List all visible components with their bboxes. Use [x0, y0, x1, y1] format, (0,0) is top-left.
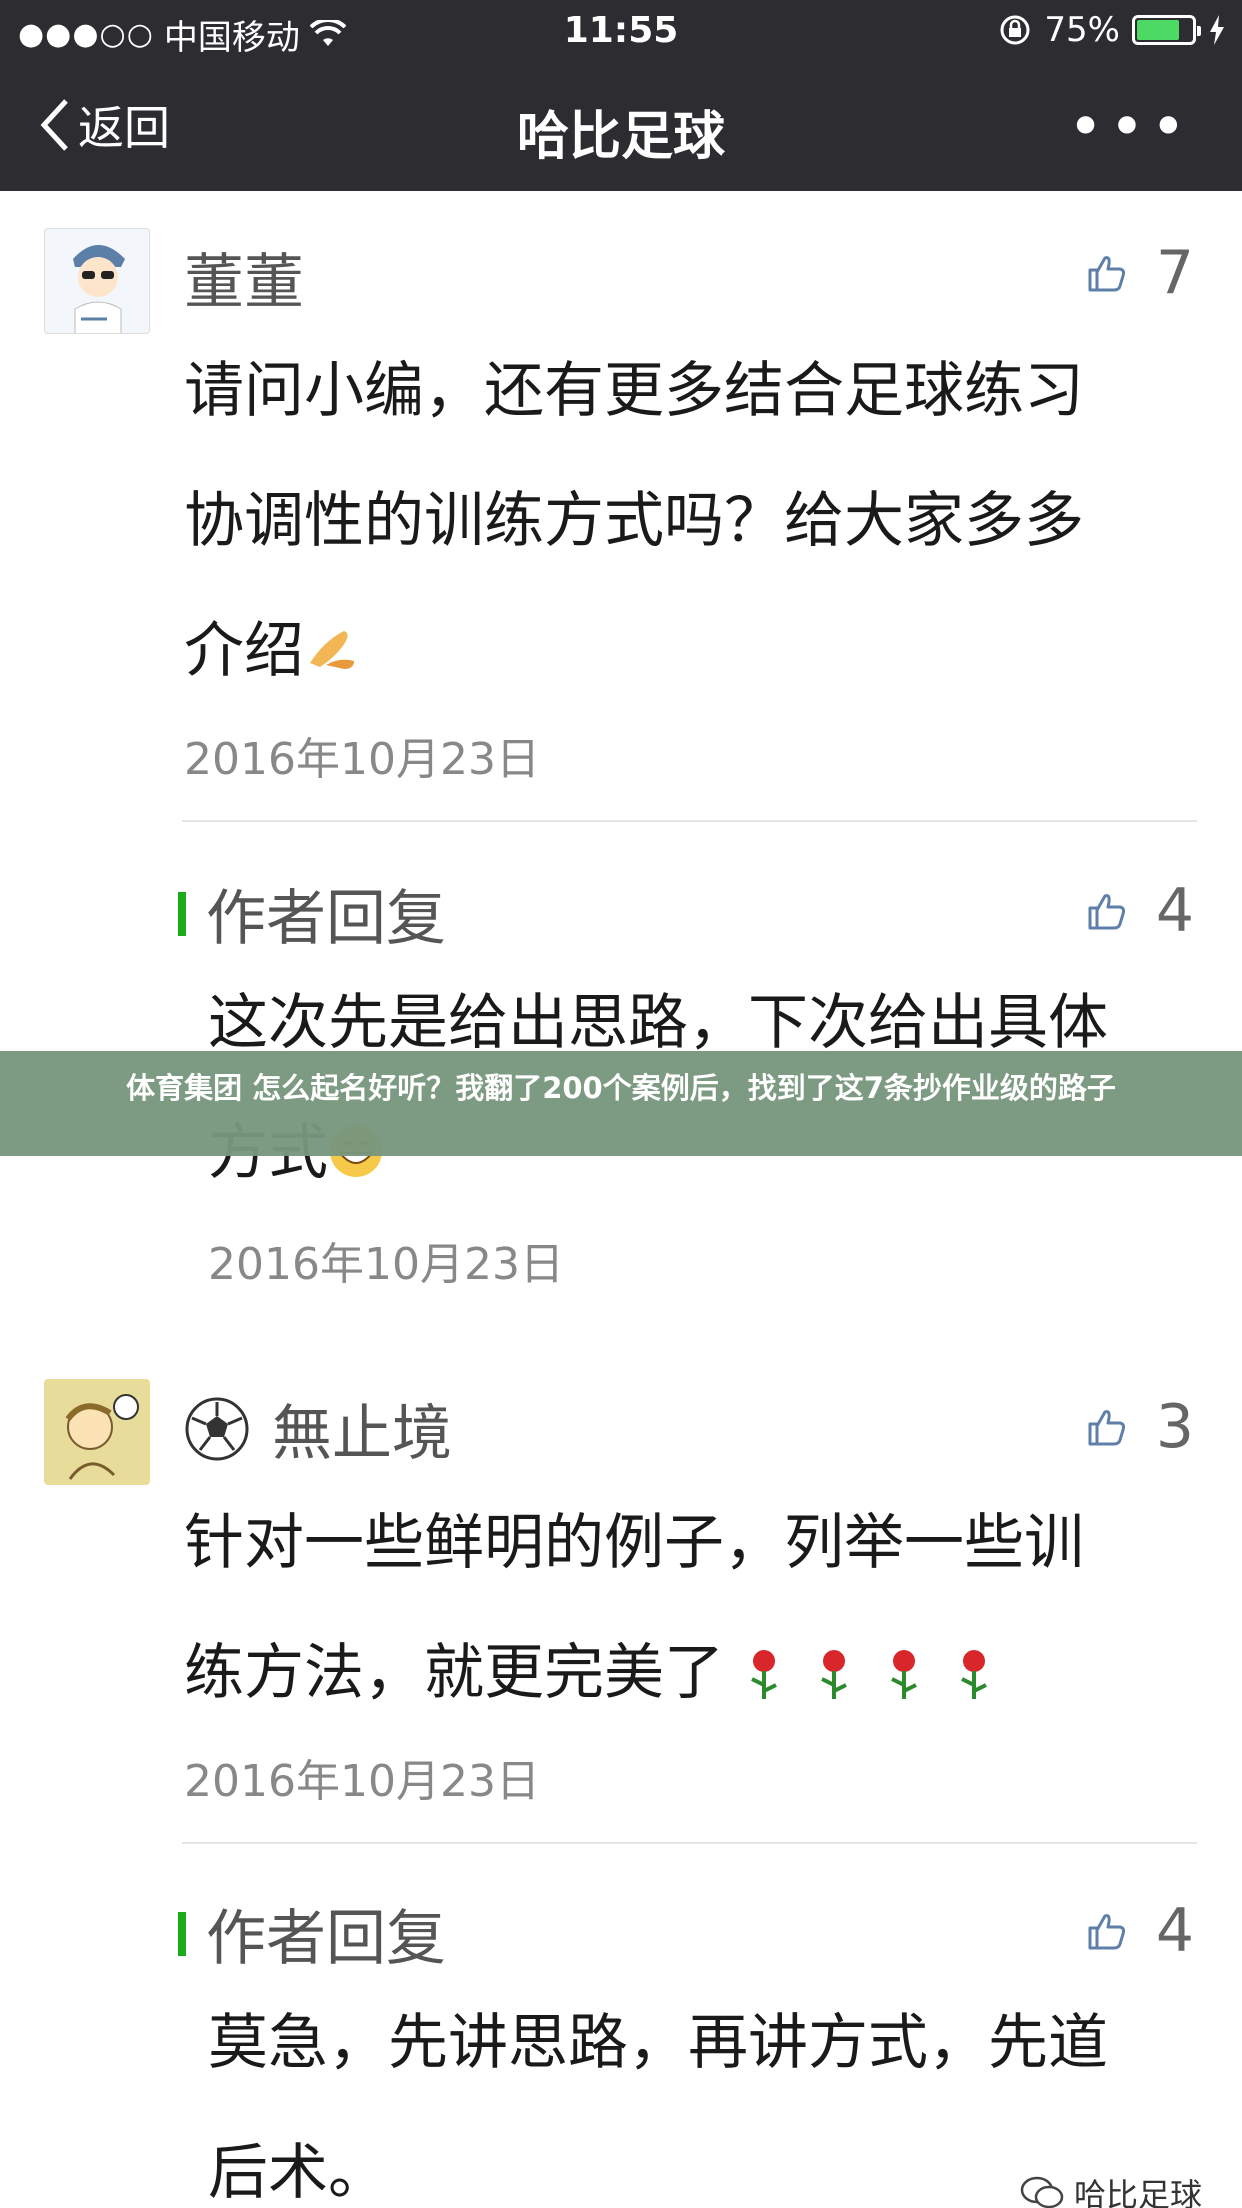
- like-count: 4: [1155, 1896, 1194, 1966]
- page-title: 哈比足球: [516, 107, 725, 167]
- like-button[interactable]: 4: [1086, 876, 1194, 946]
- like-button[interactable]: 4: [1086, 1896, 1194, 1966]
- thumbs-up-icon: [1088, 1410, 1125, 1446]
- comment-date: 2016年10月23日: [184, 734, 540, 785]
- battery-percent: 75%: [1044, 10, 1120, 50]
- avatar-cartoon-icon: [73, 245, 125, 333]
- comment-line: 协调性的训练方式吗？给大家多多: [184, 486, 1084, 556]
- soccer-ball-icon: [185, 1397, 249, 1460]
- commenter-name[interactable]: 董董: [184, 234, 304, 321]
- avatar[interactable]: [44, 1379, 150, 1485]
- author-reply-label: 作者回复: [206, 1904, 446, 1974]
- nav-bar: 返回 哈比足球 •••: [0, 62, 1242, 191]
- orientation-lock-icon: [1000, 15, 1030, 45]
- like-count: 7: [1155, 238, 1194, 308]
- author-reply-header: 作者回复: [178, 870, 446, 957]
- author-reply-label: 作者回复: [206, 884, 446, 954]
- status-bar: ●●●○○ 中国移动 11:55 75%: [0, 0, 1242, 62]
- commenter-name-row: 無止境: [184, 1385, 452, 1472]
- rose-emoji-icon: [751, 1650, 777, 1699]
- rose-emoji-group: [736, 1645, 1002, 1701]
- comment-line: 介绍: [184, 616, 304, 686]
- battery-icon: [1132, 15, 1201, 45]
- top-bar: ●●●○○ 中国移动 11:55 75% 返回 哈比足球 •••: [0, 0, 1242, 191]
- like-button[interactable]: 3: [1086, 1392, 1194, 1462]
- more-button[interactable]: •••: [1068, 92, 1192, 162]
- like-button[interactable]: 7: [1086, 238, 1194, 308]
- watermark-text: 哈比足球: [1073, 2176, 1202, 2208]
- comment-text: 针对一些鲜明的例子，列举一些训 练方法，就更完美了: [184, 1478, 1204, 1738]
- reply-accent-bar: [178, 1911, 186, 1956]
- rose-emoji-icon: [961, 1650, 987, 1699]
- comment-line: 针对一些鲜明的例子，列举一些训: [184, 1508, 1084, 1578]
- wechat-icon: [1020, 2176, 1064, 2208]
- comment-date: 2016年10月23日: [184, 1756, 540, 1807]
- commenter-name[interactable]: 無止境: [272, 1385, 452, 1472]
- reply-accent-bar: [178, 891, 186, 936]
- like-count: 3: [1155, 1392, 1194, 1462]
- headline-banner: 体育集团 怎么起名好听？我翻了200个案例后，找到了这7条抄作业级的路子: [0, 1051, 1242, 1156]
- thumbs-up-icon: [1088, 894, 1125, 930]
- author-reply-header: 作者回复: [178, 1890, 446, 1977]
- rose-emoji-icon: [891, 1650, 917, 1699]
- comment-text: 请问小编，还有更多结合足球练习 协调性的训练方式吗？给大家多多 介绍: [184, 326, 1204, 716]
- reply-line: 莫急，先讲思路，再讲方式，先道: [208, 2008, 1108, 2078]
- avatar-soccer-cartoon-icon: [65, 1394, 139, 1480]
- comment-line: 请问小编，还有更多结合足球练习: [184, 356, 1084, 426]
- like-count: 4: [1155, 876, 1194, 946]
- rose-emoji-icon: [821, 1650, 847, 1699]
- thumbs-up-icon: [1088, 256, 1125, 292]
- charging-icon: [1210, 15, 1224, 45]
- handshake-emoji-icon: [310, 631, 354, 669]
- comment-line: 练方法，就更完美了: [184, 1638, 724, 1708]
- avatar[interactable]: [44, 228, 150, 334]
- divider: [182, 1842, 1197, 1844]
- thumbs-up-icon: [1088, 1914, 1125, 1950]
- divider: [182, 820, 1197, 822]
- battery-fill: [1137, 20, 1179, 40]
- watermark: 哈比足球: [1020, 2170, 1202, 2208]
- reply-date: 2016年10月23日: [208, 1239, 564, 1290]
